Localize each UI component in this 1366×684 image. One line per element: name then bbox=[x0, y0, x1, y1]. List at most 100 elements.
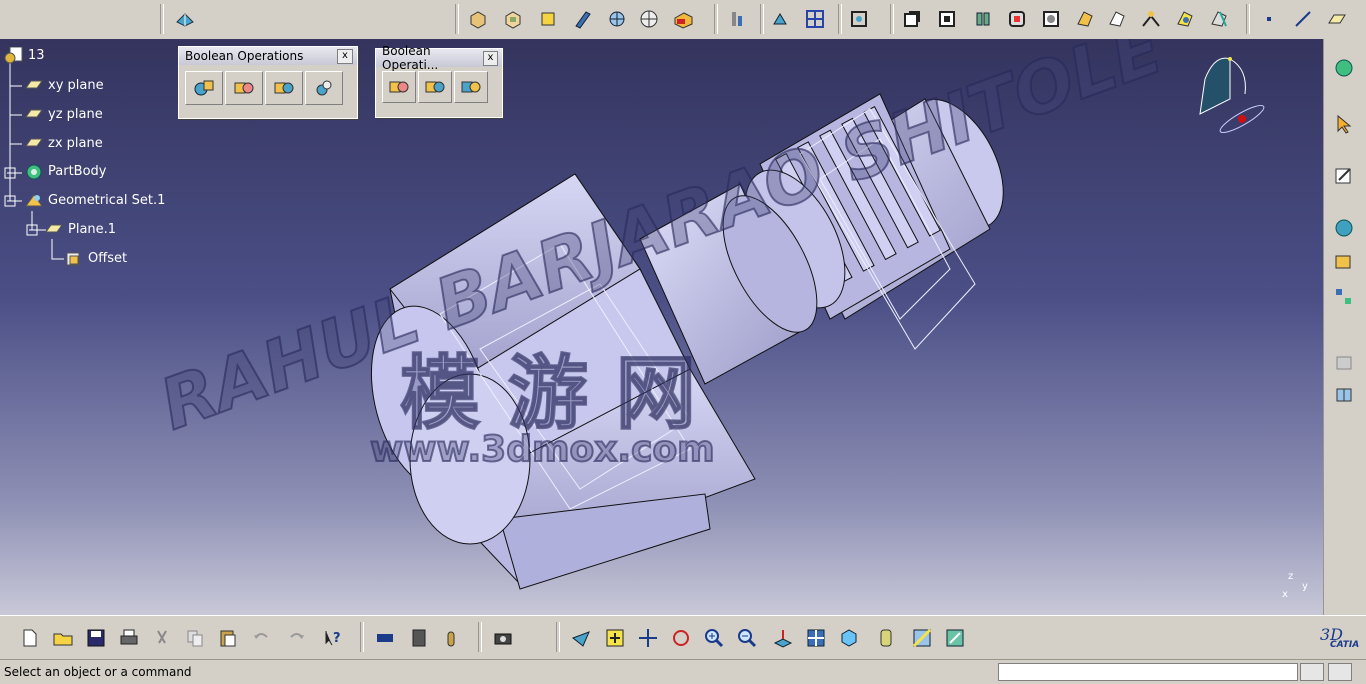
panel-title: Boolean Operations bbox=[185, 49, 304, 63]
remove-button[interactable] bbox=[265, 71, 303, 105]
panel-close-button[interactable]: x bbox=[337, 48, 353, 64]
undo-icon[interactable] bbox=[248, 625, 274, 651]
sketch-icon[interactable] bbox=[899, 6, 925, 32]
save-icon[interactable] bbox=[83, 625, 109, 651]
pad-icon[interactable] bbox=[465, 6, 491, 32]
sketcher-icon[interactable] bbox=[1331, 163, 1357, 189]
shell-icon[interactable] bbox=[1104, 6, 1130, 32]
print-icon[interactable] bbox=[116, 625, 142, 651]
pan-icon[interactable] bbox=[635, 625, 661, 651]
toolbar-separator bbox=[714, 4, 718, 34]
new-file-icon[interactable] bbox=[17, 625, 43, 651]
catia-logo: 3D CATIA bbox=[1318, 624, 1362, 654]
gear-shaft-model[interactable] bbox=[0, 39, 1323, 615]
hole-icon[interactable] bbox=[636, 6, 662, 32]
union-trim-icon bbox=[389, 81, 409, 93]
iso-view-icon[interactable] bbox=[836, 625, 862, 651]
zoom-out-icon[interactable] bbox=[734, 625, 760, 651]
select-icon[interactable] bbox=[1331, 111, 1357, 137]
toolbar-separator bbox=[360, 622, 364, 652]
macro-icon[interactable] bbox=[438, 625, 464, 651]
measure-icon[interactable] bbox=[724, 6, 750, 32]
toolbar-separator bbox=[760, 4, 764, 34]
multi-view-icon[interactable] bbox=[803, 625, 829, 651]
axis-z-label: z bbox=[1288, 571, 1294, 582]
redo-icon[interactable] bbox=[284, 625, 310, 651]
thread-icon[interactable] bbox=[1038, 6, 1064, 32]
insert-body-icon[interactable] bbox=[1331, 349, 1357, 375]
toolbar-separator bbox=[1246, 4, 1250, 34]
right-toolbar bbox=[1323, 39, 1366, 615]
edge-fillet-icon[interactable] bbox=[1138, 6, 1164, 32]
positioned-sketch-icon[interactable] bbox=[934, 6, 960, 32]
swap-space-icon[interactable] bbox=[942, 625, 968, 651]
status-button-2[interactable] bbox=[1328, 663, 1352, 681]
3d-viewport[interactable]: 13 xy plane yz plane zx plane PartBody G… bbox=[0, 39, 1323, 615]
paste-icon[interactable] bbox=[215, 625, 241, 651]
fit-all-in-icon[interactable] bbox=[602, 625, 628, 651]
whats-this-icon[interactable]: ? bbox=[320, 625, 346, 651]
panel-close-button[interactable]: x bbox=[482, 50, 498, 66]
intersect-icon bbox=[316, 80, 332, 96]
remove-icon[interactable] bbox=[670, 6, 696, 32]
copy-icon[interactable] bbox=[182, 625, 208, 651]
boolean-extra-icon bbox=[461, 81, 481, 93]
bottom-toolbar: ? 3D CATIA bbox=[0, 615, 1366, 660]
top-toolbar bbox=[0, 0, 1366, 40]
chamfer-icon[interactable] bbox=[1172, 6, 1198, 32]
assemble-icon bbox=[194, 80, 214, 96]
intersect-button[interactable] bbox=[305, 71, 343, 105]
shading-icon[interactable] bbox=[873, 625, 899, 651]
capture-icon[interactable] bbox=[490, 625, 516, 651]
insert-set-icon[interactable] bbox=[1331, 381, 1357, 407]
compass-icon[interactable] bbox=[1190, 49, 1270, 139]
point-icon[interactable] bbox=[1256, 6, 1282, 32]
multi-section-icon[interactable] bbox=[604, 6, 630, 32]
toolbar-separator bbox=[838, 4, 842, 34]
boolean-operations-toolbar: Boolean Operations x bbox=[178, 46, 358, 119]
svg-text:?: ? bbox=[333, 631, 341, 646]
geometry-tools-icon[interactable] bbox=[172, 6, 198, 32]
union-trim-button[interactable] bbox=[382, 71, 416, 103]
rib-icon[interactable] bbox=[570, 6, 596, 32]
grid-icon[interactable] bbox=[802, 6, 828, 32]
panel-title-bar[interactable]: Boolean Operati... x bbox=[376, 44, 502, 72]
assemble-button[interactable] bbox=[185, 71, 223, 105]
axis-y-label: y bbox=[1302, 581, 1308, 592]
add-button[interactable] bbox=[225, 71, 263, 105]
open-folder-icon[interactable] bbox=[50, 625, 76, 651]
draft-icon[interactable] bbox=[1072, 6, 1098, 32]
update-icon[interactable] bbox=[372, 625, 398, 651]
catia-brand-text: CATIA bbox=[1330, 640, 1360, 650]
workbench-icon[interactable] bbox=[1331, 55, 1357, 81]
line-icon[interactable] bbox=[1290, 6, 1316, 32]
external-view-icon[interactable] bbox=[406, 625, 432, 651]
toolbar-separator bbox=[890, 4, 894, 34]
split-icon[interactable] bbox=[970, 6, 996, 32]
sketch-analysis-icon[interactable] bbox=[768, 6, 794, 32]
watermark-url: www.3dmox.com bbox=[369, 428, 716, 471]
toolbar-separator bbox=[478, 622, 482, 652]
status-button-1[interactable] bbox=[1300, 663, 1324, 681]
cut-icon[interactable] bbox=[149, 625, 175, 651]
mirror-icon[interactable] bbox=[1206, 6, 1232, 32]
boolean-extra-button[interactable] bbox=[454, 71, 488, 103]
tree-manage-icon[interactable] bbox=[1331, 284, 1357, 310]
normal-view-icon[interactable] bbox=[770, 625, 796, 651]
hide-show-icon[interactable] bbox=[909, 625, 935, 651]
fit-all-icon[interactable] bbox=[846, 6, 872, 32]
rotate-icon[interactable] bbox=[668, 625, 694, 651]
remove-lump-button[interactable] bbox=[418, 71, 452, 103]
zoom-in-icon[interactable] bbox=[701, 625, 727, 651]
toolbar-separator bbox=[455, 4, 459, 34]
plane-tool-icon[interactable] bbox=[1324, 6, 1350, 32]
status-bar: Select an object or a command bbox=[0, 659, 1366, 684]
formula-icon[interactable] bbox=[1331, 249, 1357, 275]
thickness-icon[interactable] bbox=[1004, 6, 1030, 32]
pocket-icon[interactable] bbox=[500, 6, 526, 32]
panel-title-bar[interactable]: Boolean Operations x bbox=[179, 47, 357, 65]
command-input[interactable] bbox=[998, 663, 1298, 681]
shaft-icon[interactable] bbox=[535, 6, 561, 32]
fly-mode-icon[interactable] bbox=[568, 625, 594, 651]
parameters-icon[interactable] bbox=[1331, 215, 1357, 241]
